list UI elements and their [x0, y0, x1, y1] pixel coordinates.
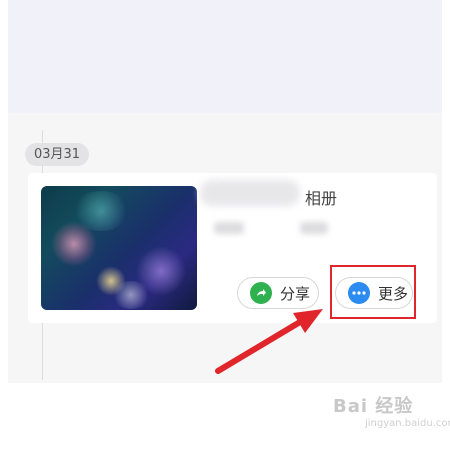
watermark-logo: Bai 经验	[333, 396, 414, 417]
pointer-arrow	[215, 309, 323, 374]
watermark-url: jingyan.baidu.com	[365, 418, 450, 429]
